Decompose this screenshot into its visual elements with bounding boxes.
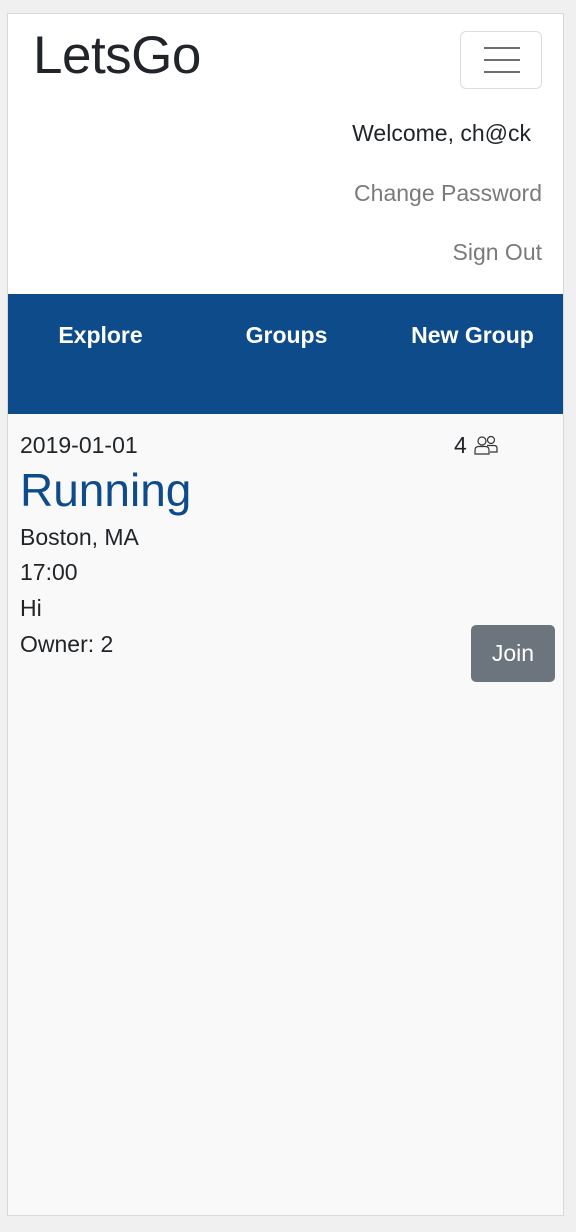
tab-bar: Explore Groups New Group bbox=[8, 294, 563, 414]
hamburger-icon-bar bbox=[484, 71, 520, 73]
member-count: 4 bbox=[454, 430, 499, 460]
join-button[interactable]: Join bbox=[471, 625, 555, 682]
hamburger-icon-bar bbox=[484, 59, 520, 61]
group-location: Boston, MA bbox=[20, 524, 139, 550]
group-date: 2019-01-01 bbox=[20, 432, 138, 458]
group-description: Hi bbox=[20, 595, 42, 621]
group-card: 2019-01-01 4 Running Boston, MA 17:00 Hi… bbox=[8, 414, 563, 1214]
app-frame: LetsGo Welcome, ch@ck Change Password Si… bbox=[7, 13, 564, 1216]
brand-logo[interactable]: LetsGo bbox=[33, 26, 201, 86]
change-password-link[interactable]: Change Password bbox=[354, 178, 542, 208]
tab-explore[interactable]: Explore bbox=[8, 320, 193, 350]
hamburger-icon bbox=[484, 47, 520, 49]
tab-new-group[interactable]: New Group bbox=[380, 320, 563, 350]
sign-out-link[interactable]: Sign Out bbox=[453, 237, 543, 267]
people-icon bbox=[474, 435, 498, 455]
menu-toggle-button[interactable] bbox=[460, 31, 542, 89]
member-count-value: 4 bbox=[454, 432, 467, 458]
navbar: LetsGo Welcome, ch@ck Change Password Si… bbox=[8, 14, 563, 294]
tab-groups[interactable]: Groups bbox=[194, 320, 379, 350]
group-owner: Owner: 2 bbox=[20, 631, 114, 657]
welcome-text: Welcome, ch@ck bbox=[352, 120, 531, 146]
group-time: 17:00 bbox=[20, 559, 78, 585]
group-title[interactable]: Running bbox=[20, 462, 191, 518]
